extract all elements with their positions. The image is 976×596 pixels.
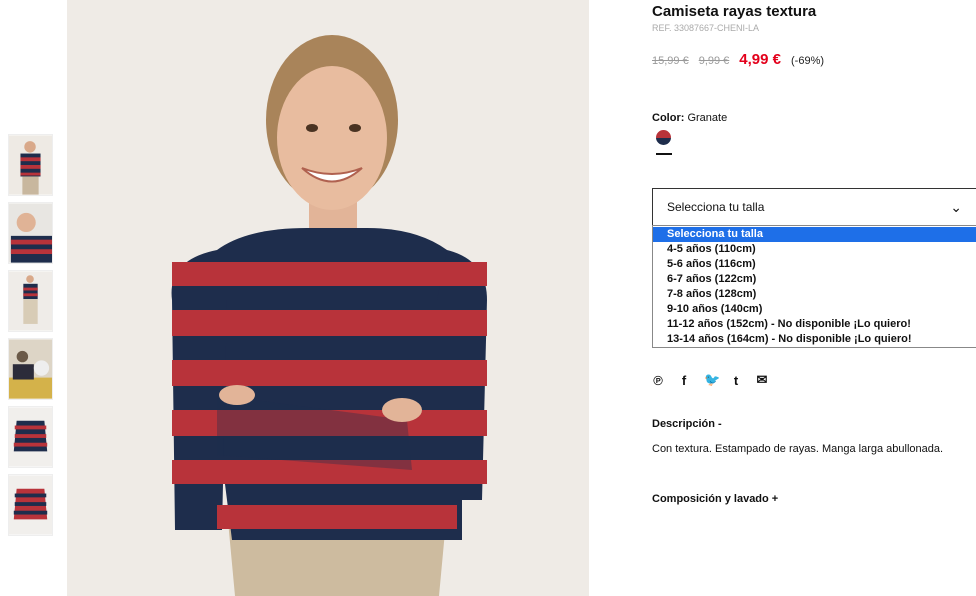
size-select[interactable]: Selecciona tu talla ⌄	[652, 188, 976, 226]
thumbnail-6[interactable]	[8, 474, 53, 536]
tumblr-icon[interactable]: t	[730, 373, 742, 388]
thumbnail-1[interactable]	[8, 134, 53, 196]
size-option[interactable]: 9-10 años (140cm)	[653, 302, 976, 317]
size-option[interactable]: 7-8 años (128cm)	[653, 287, 976, 302]
description-text: Con textura. Estampado de rayas. Manga l…	[652, 443, 944, 455]
facebook-icon[interactable]: f	[678, 373, 690, 388]
size-option[interactable]: Selecciona tu talla	[653, 227, 976, 242]
main-product-image[interactable]	[67, 0, 589, 596]
thumbnail-5[interactable]	[8, 406, 53, 468]
thumbnail-gallery	[8, 134, 54, 542]
pinterest-icon[interactable]: ℗	[652, 373, 664, 388]
price-row: 15,99 € 9,99 € 4,99 € (-69%)	[652, 51, 824, 68]
discount-badge: (-69%)	[791, 55, 825, 67]
swatch-bottom-half	[656, 138, 671, 145]
size-option[interactable]: 5-6 años (116cm)	[653, 257, 976, 272]
size-select-value: Selecciona tu talla	[667, 200, 765, 214]
twitter-icon[interactable]: 🐦	[704, 372, 720, 388]
size-option[interactable]: 4-5 años (110cm)	[653, 242, 976, 257]
size-option[interactable]: 6-7 años (122cm)	[653, 272, 976, 287]
price-original: 15,99 €	[652, 55, 689, 67]
email-icon[interactable]: ✉	[756, 372, 768, 388]
chevron-down-icon: ⌄	[950, 199, 962, 215]
color-row: Color: Granate	[652, 112, 727, 124]
swatch-selected-indicator	[656, 153, 672, 155]
swatch-top-half	[656, 130, 671, 138]
color-swatch-granate[interactable]	[656, 130, 671, 145]
thumbnail-3[interactable]	[8, 270, 53, 332]
thumbnail-2[interactable]	[8, 202, 53, 264]
price-current: 4,99 €	[739, 51, 782, 68]
size-options-list: Selecciona tu talla 4-5 años (110cm) 5-6…	[652, 225, 976, 348]
composition-toggle[interactable]: Composición y lavado +	[652, 493, 778, 505]
size-option[interactable]: 11-12 años (152cm) - No disponible ¡Lo q…	[653, 317, 976, 332]
description-toggle[interactable]: Descripción -	[652, 418, 722, 430]
product-reference: REF. 33087667-CHENI-LA	[652, 23, 760, 33]
share-icons: ℗ f 🐦 t ✉	[652, 372, 768, 388]
thumbnail-4[interactable]	[8, 338, 53, 400]
size-option[interactable]: 13-14 años (164cm) - No disponible ¡Lo q…	[653, 332, 976, 347]
price-previous: 9,99 €	[698, 55, 730, 67]
product-title: Camiseta rayas textura	[652, 3, 817, 20]
color-label: Color:	[652, 112, 685, 124]
color-value: Granate	[687, 112, 728, 124]
